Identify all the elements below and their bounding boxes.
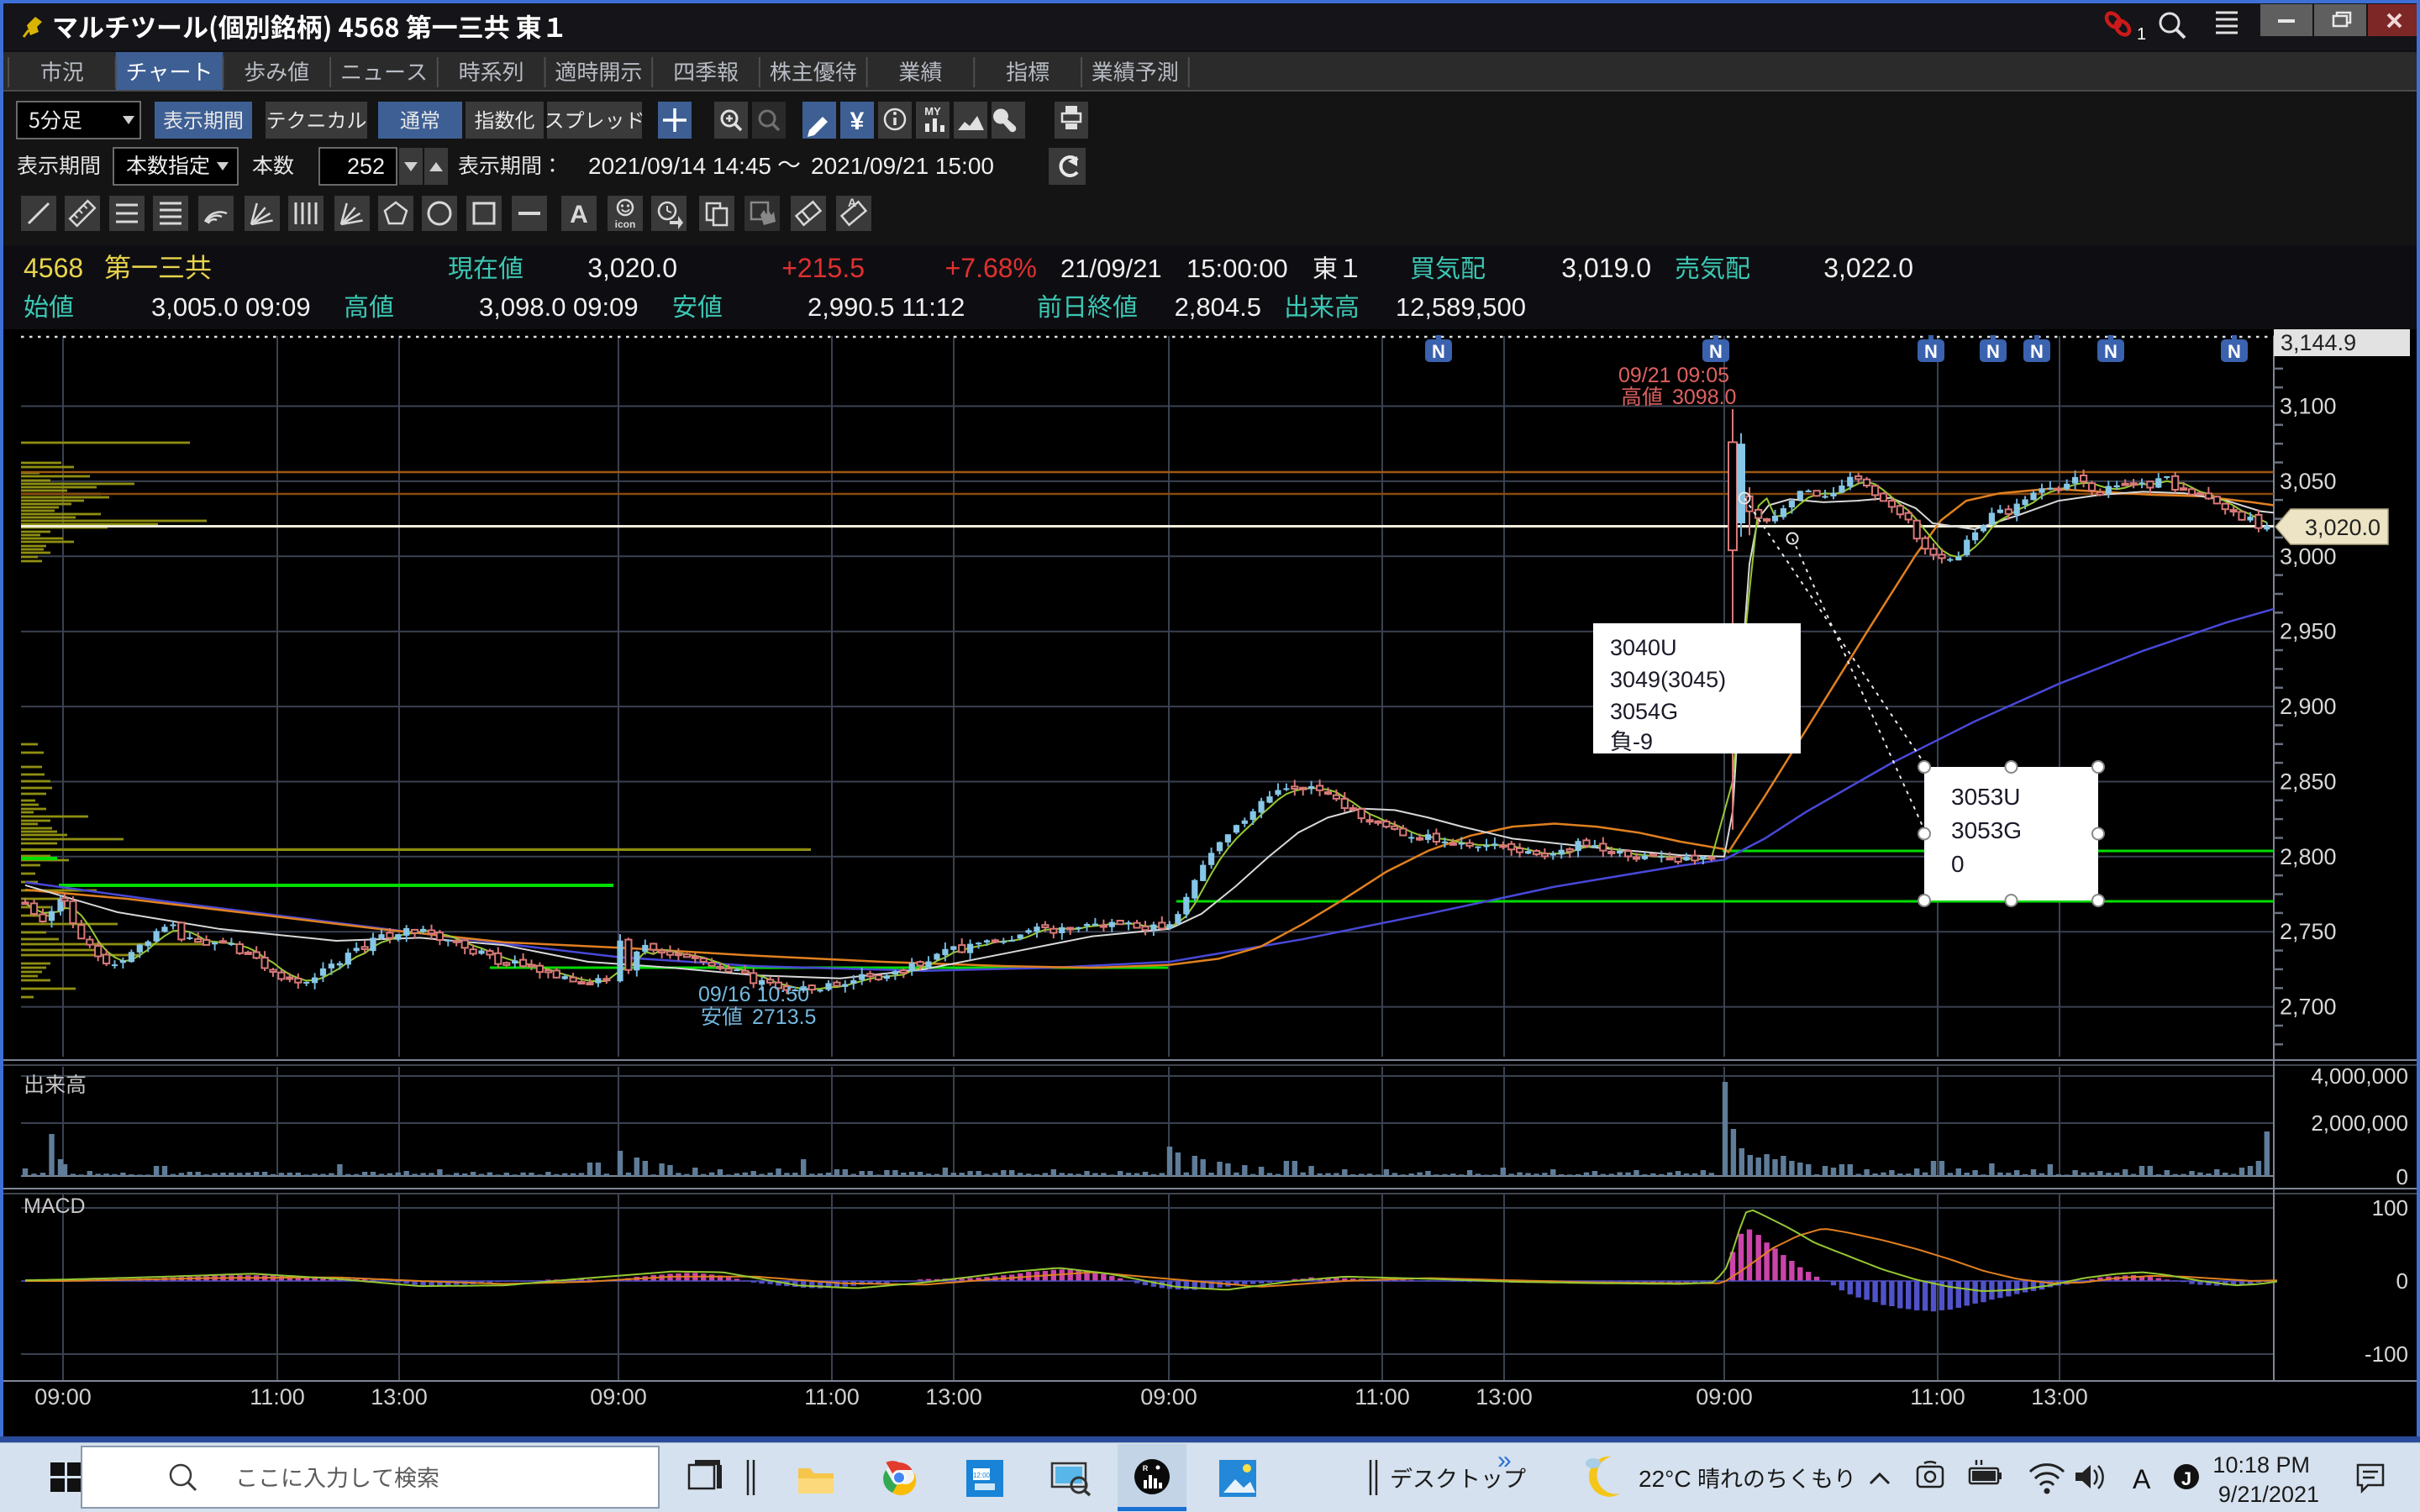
svg-text:0: 0 [2396, 1268, 2408, 1294]
svg-text:+7.68%: +7.68% [945, 253, 1037, 283]
svg-text:22°C: 22°C [1639, 1466, 1691, 1492]
svg-text:13:00: 13:00 [371, 1384, 428, 1410]
svg-text:3,000: 3,000 [2280, 543, 2337, 569]
svg-text:MY: MY [924, 105, 941, 118]
svg-text:3054G: 3054G [1610, 699, 1678, 724]
svg-text:2,900: 2,900 [2280, 694, 2337, 719]
svg-text:2713.5: 2713.5 [752, 1005, 816, 1029]
svg-text:09:00: 09:00 [34, 1384, 92, 1410]
svg-text:13:00: 13:00 [1476, 1384, 1533, 1410]
svg-text:13:00: 13:00 [2031, 1384, 2088, 1410]
svg-text:3049(3045): 3049(3045) [1610, 667, 1726, 692]
svg-text:N: N [2030, 341, 2044, 362]
svg-text:2021/09/21 15:00: 2021/09/21 15:00 [811, 153, 994, 179]
svg-text:0: 0 [2396, 1164, 2408, 1189]
svg-text:3,022.0: 3,022.0 [1823, 253, 1913, 283]
svg-text:11:00: 11:00 [1355, 1384, 1410, 1410]
svg-text:N: N [1924, 341, 1938, 362]
svg-text:21/09/21: 21/09/21 [1060, 254, 1162, 283]
svg-text:11:00: 11:00 [804, 1384, 860, 1410]
svg-text:¥: ¥ [850, 108, 865, 135]
svg-text:A: A [2133, 1464, 2151, 1494]
svg-text:N: N [2104, 341, 2118, 362]
svg-text:3,050: 3,050 [2280, 469, 2337, 494]
svg-text:2,700: 2,700 [2280, 995, 2337, 1020]
svg-text:4568: 4568 [24, 253, 83, 283]
svg-text:2,800: 2,800 [2280, 844, 2337, 869]
svg-text:09:00: 09:00 [590, 1384, 647, 1410]
svg-text:+215.5: +215.5 [781, 253, 865, 283]
svg-text:4,000,000: 4,000,000 [2311, 1063, 2408, 1089]
svg-text:icon: icon [615, 218, 636, 230]
svg-text:2021/09/14 14:45: 2021/09/14 14:45 [588, 153, 771, 179]
svg-text:3053U: 3053U [1951, 784, 2021, 810]
svg-text:-9: -9 [1633, 729, 1653, 754]
svg-text:09:00: 09:00 [1696, 1384, 1753, 1410]
svg-text:3,020.0: 3,020.0 [2305, 515, 2381, 540]
svg-text:252: 252 [347, 154, 385, 179]
svg-text:2,950: 2,950 [2280, 619, 2337, 644]
svg-text:0: 0 [1951, 851, 1965, 877]
svg-text:2,000,000: 2,000,000 [2311, 1110, 2408, 1136]
svg-text:J: J [2181, 1468, 2191, 1489]
svg-text:3,019.0: 3,019.0 [1561, 253, 1651, 283]
svg-text:N: N [1709, 341, 1723, 362]
svg-text:13:00: 13:00 [925, 1384, 982, 1410]
svg-text:N: N [2228, 341, 2241, 362]
svg-text:MACD: MACD [24, 1194, 86, 1218]
svg-text:2,850: 2,850 [2280, 769, 2337, 795]
svg-text:9/21/2021: 9/21/2021 [2218, 1482, 2319, 1507]
svg-text:09/16 10:50: 09/16 10:50 [698, 983, 809, 1006]
svg-text:3040U: 3040U [1610, 635, 1677, 660]
svg-text:2,804.5: 2,804.5 [1175, 292, 1261, 322]
svg-text:A: A [570, 201, 588, 228]
svg-text:2,750: 2,750 [2280, 919, 2337, 944]
svg-text:»: » [1497, 1446, 1512, 1474]
svg-text:11:00: 11:00 [250, 1384, 305, 1410]
svg-text:10:18 PM: 10:18 PM [2212, 1452, 2310, 1478]
svg-text:A: A [848, 196, 856, 209]
svg-text:09:00: 09:00 [1140, 1384, 1197, 1410]
svg-text:100: 100 [2372, 1195, 2408, 1221]
svg-text:2,990.5 11:12: 2,990.5 11:12 [808, 292, 965, 322]
svg-text:3,098.0 09:09: 3,098.0 09:09 [479, 292, 639, 322]
svg-text:3053G: 3053G [1951, 817, 2022, 843]
svg-text:1: 1 [2137, 25, 2146, 44]
svg-text:12:00: 12:00 [973, 1472, 991, 1479]
svg-text:09/21 09:05: 09/21 09:05 [1618, 364, 1729, 387]
svg-text:15:00:00: 15:00:00 [1186, 254, 1288, 283]
svg-text:N: N [1986, 341, 2000, 362]
svg-text:11:00: 11:00 [1910, 1384, 1965, 1410]
svg-text:-100: -100 [2365, 1341, 2408, 1367]
svg-text:12,589,500: 12,589,500 [1396, 292, 1526, 322]
svg-text:3,100: 3,100 [2280, 394, 2337, 419]
svg-text:R: R [1143, 1464, 1149, 1473]
svg-text:N: N [1432, 341, 1445, 362]
svg-text:3,005.0 09:09: 3,005.0 09:09 [151, 292, 311, 322]
svg-text:3,144.9: 3,144.9 [2281, 330, 2356, 355]
svg-text:3098.0: 3098.0 [1672, 386, 1736, 409]
svg-text:3,020.0: 3,020.0 [587, 253, 677, 283]
